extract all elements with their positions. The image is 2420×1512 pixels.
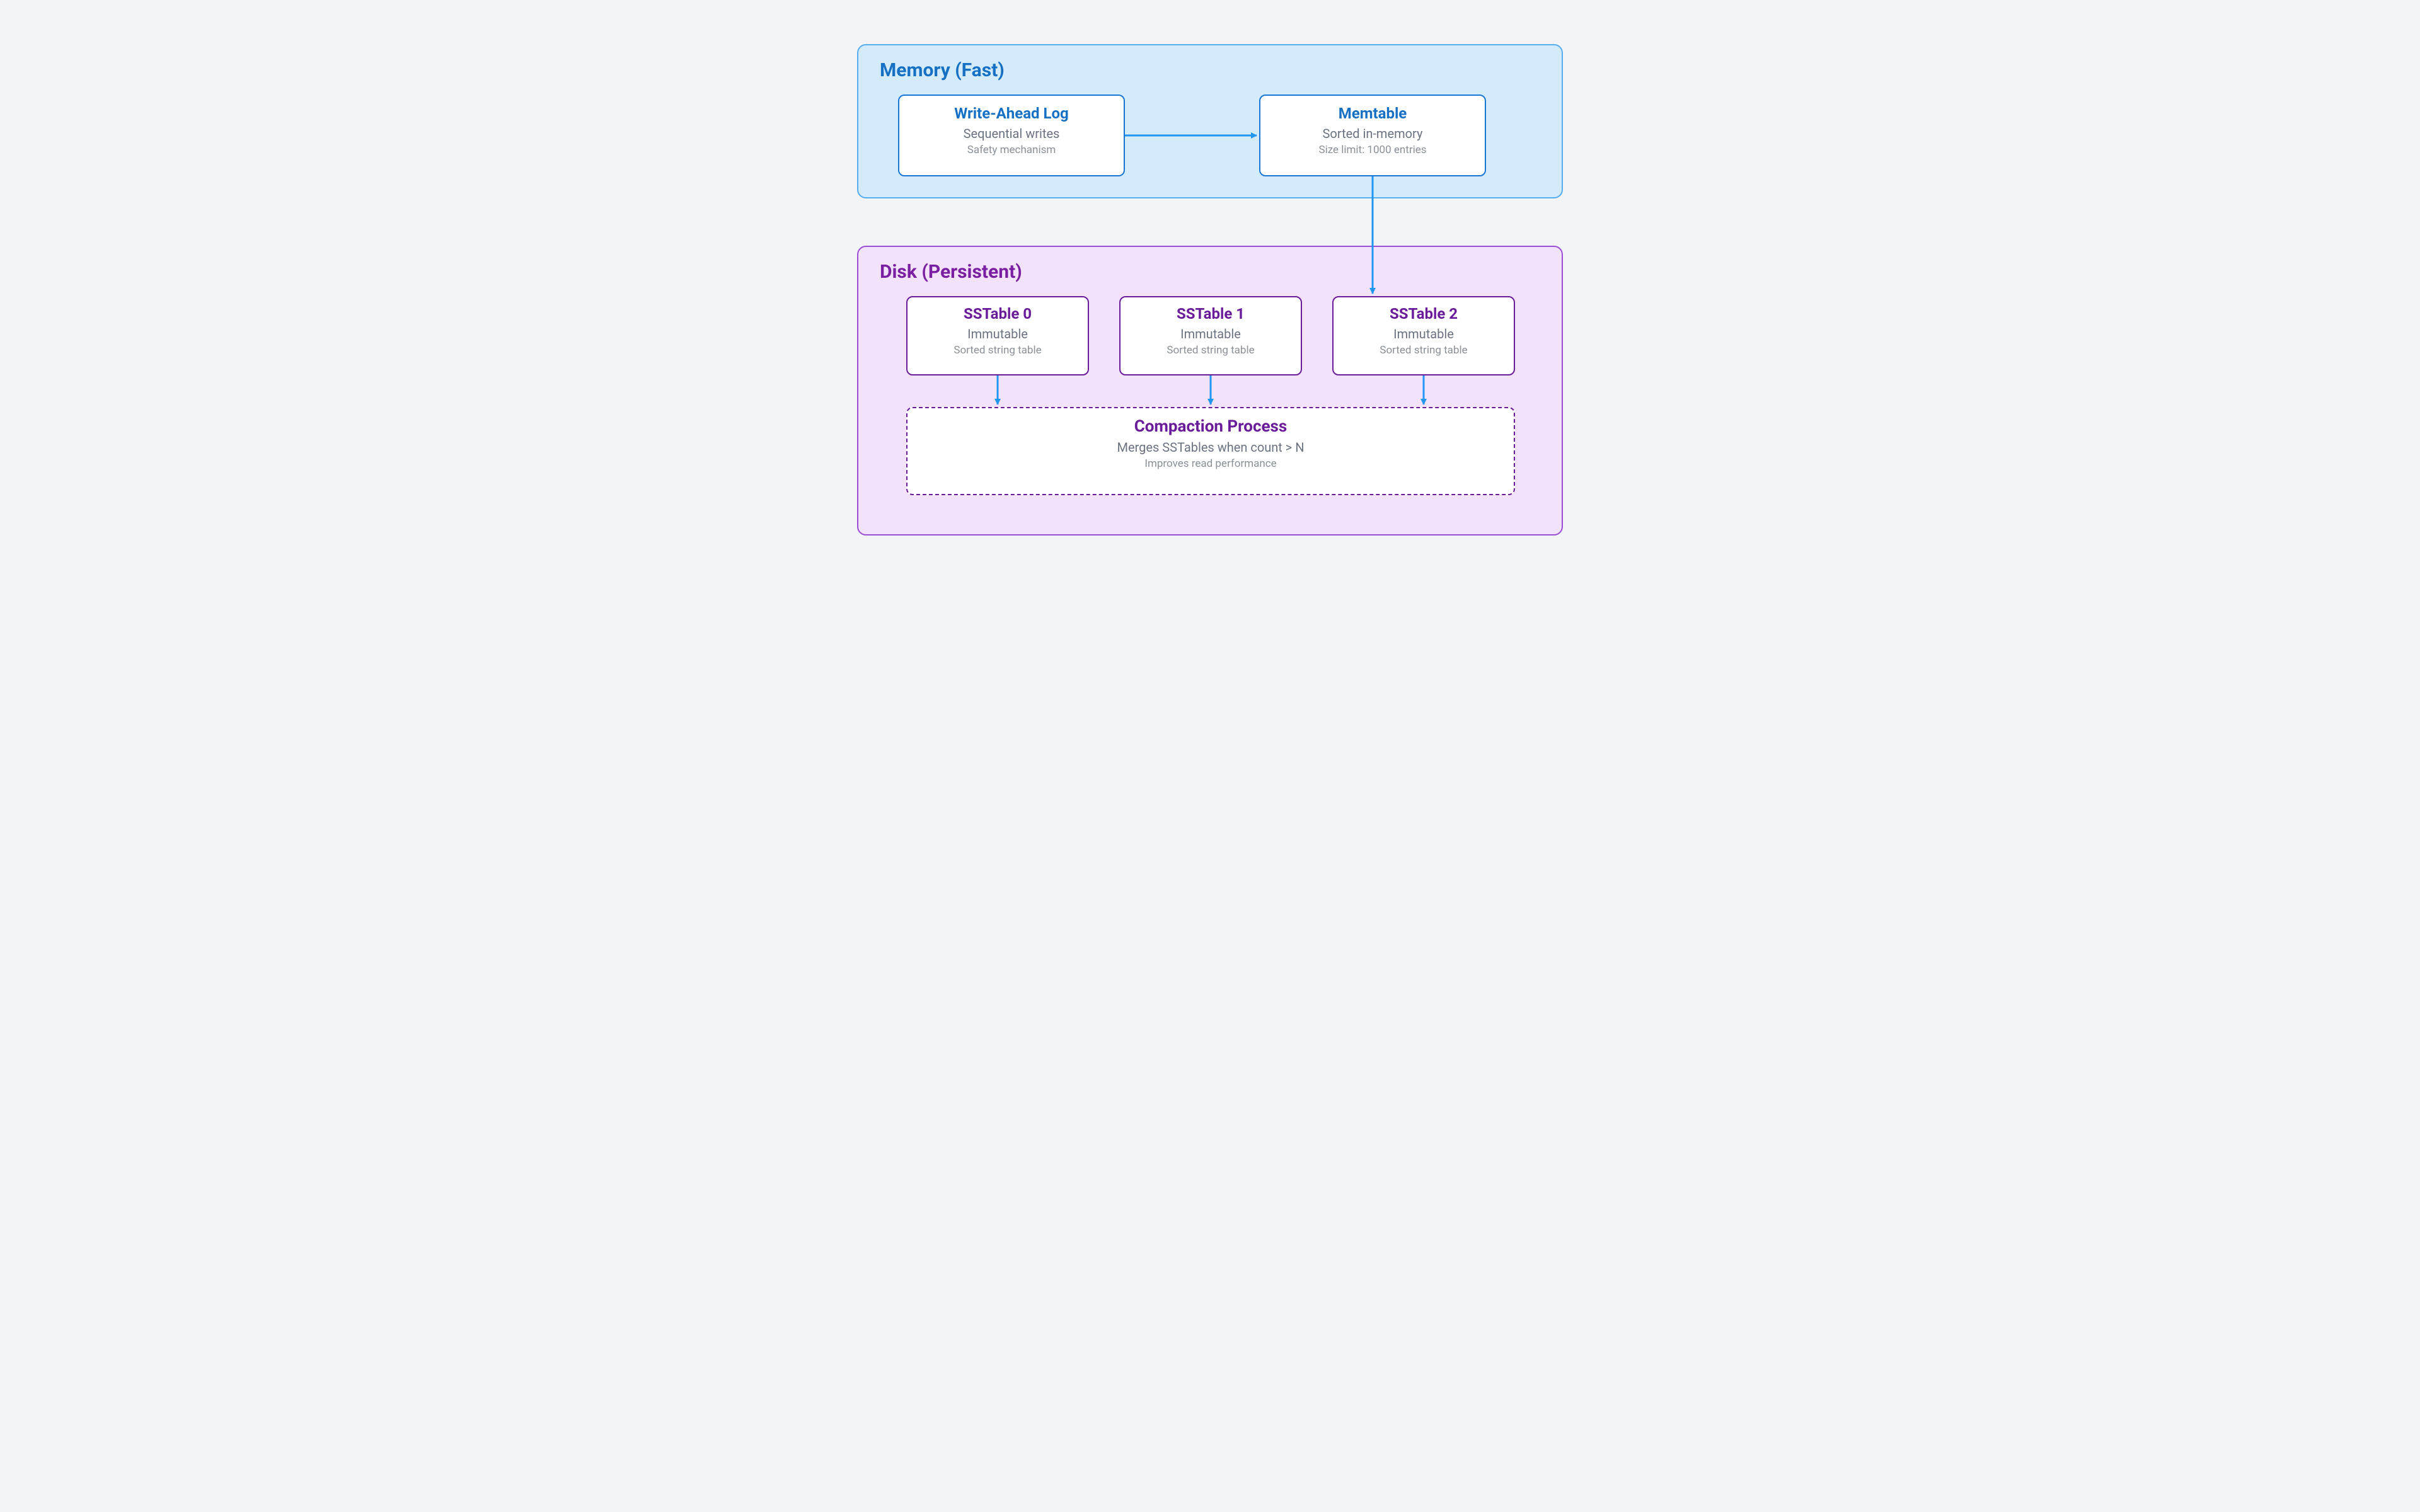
diagram-canvas: Memory (Fast) Write-Ahead Log Sequential… (744, 0, 1676, 583)
memtable-card: Memtable Sorted in-memory Size limit: 10… (1259, 94, 1486, 176)
sstable-1-note: Sorted string table (1121, 344, 1301, 357)
sstable-2-card: SSTable 2 Immutable Sorted string table (1332, 296, 1515, 375)
sstable-0-subtitle: Immutable (908, 326, 1088, 341)
wal-title: Write-Ahead Log (899, 105, 1124, 122)
compaction-title: Compaction Process (908, 417, 1514, 436)
sstable-1-title: SSTable 1 (1121, 305, 1301, 323)
sstable-2-title: SSTable 2 (1334, 305, 1514, 323)
sstable-2-note: Sorted string table (1334, 344, 1514, 357)
sstable-0-card: SSTable 0 Immutable Sorted string table (906, 296, 1089, 375)
sstable-0-note: Sorted string table (908, 344, 1088, 357)
disk-title: Disk (Persistent) (880, 261, 1540, 283)
compaction-subtitle: Merges SSTables when count > N (908, 440, 1514, 455)
memtable-title: Memtable (1260, 105, 1485, 122)
memory-title: Memory (Fast) (880, 59, 1540, 81)
sstable-1-subtitle: Immutable (1121, 326, 1301, 341)
memtable-note: Size limit: 1000 entries (1260, 144, 1485, 156)
compaction-note: Improves read performance (908, 457, 1514, 470)
memtable-subtitle: Sorted in-memory (1260, 126, 1485, 141)
compaction-card: Compaction Process Merges SSTables when … (906, 407, 1515, 495)
sstable-2-subtitle: Immutable (1334, 326, 1514, 341)
sstable-1-card: SSTable 1 Immutable Sorted string table (1119, 296, 1302, 375)
wal-note: Safety mechanism (899, 144, 1124, 156)
write-ahead-log-card: Write-Ahead Log Sequential writes Safety… (898, 94, 1125, 176)
wal-subtitle: Sequential writes (899, 126, 1124, 141)
sstable-0-title: SSTable 0 (908, 305, 1088, 323)
